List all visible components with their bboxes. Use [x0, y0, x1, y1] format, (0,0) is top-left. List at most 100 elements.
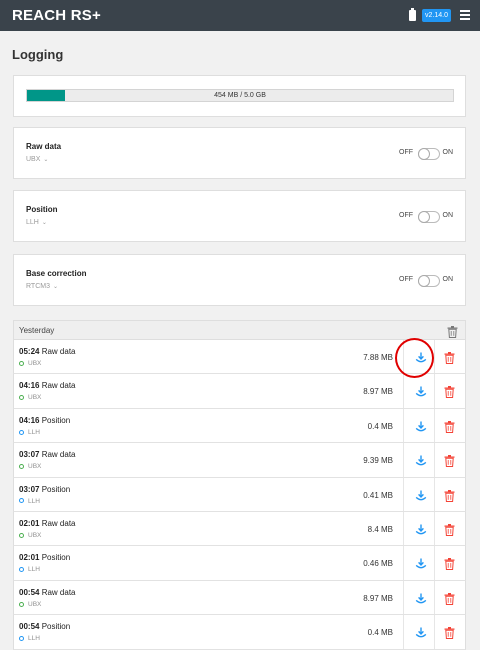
log-entry-title: 00:54 Raw data: [19, 588, 76, 597]
log-entry-row[interactable]: 02:01 Position LLH 0.46 MB: [13, 546, 466, 581]
status-dot-icon: [19, 567, 24, 573]
log-entry-size: 0.4 MB: [367, 628, 393, 638]
storage-card: 454 MB / 5.0 GB: [13, 75, 466, 117]
delete-trash-icon[interactable]: [444, 454, 456, 468]
annotation-circle: [395, 338, 434, 378]
log-entry-type: Raw data: [41, 347, 76, 356]
download-icon[interactable]: [415, 592, 427, 604]
log-entry-time: 02:01: [19, 553, 40, 563]
delete-trash-icon[interactable]: [444, 557, 456, 571]
toggle-on-label: ON: [442, 212, 454, 219]
log-entry-title: 02:01 Position: [19, 553, 70, 562]
log-entry-time: 00:54: [19, 622, 40, 632]
log-entry-type: Raw data: [41, 518, 76, 528]
delete-trash-icon[interactable]: [444, 592, 456, 605]
log-entry-size: 0.46 MB: [363, 559, 393, 569]
top-bar: REACH RS+ v2.14.0: [0, 0, 480, 31]
position-setting-card: Position LLH ⌄ OFF ON: [13, 190, 466, 242]
chevron-down-icon: ⌄: [52, 284, 59, 290]
setting-title: Base correction: [26, 269, 87, 278]
log-entry-format: UBX: [19, 394, 41, 401]
log-day-label: Yesterday: [19, 326, 55, 335]
log-entry-format: UBX: [19, 360, 41, 367]
log-entry-row[interactable]: 03:07 Position LLH 0.41 MB: [13, 477, 466, 512]
status-dot-icon: [19, 395, 24, 401]
setting-title: Raw data: [26, 142, 62, 151]
delete-trash-icon[interactable]: [444, 351, 456, 364]
log-entry-format-label: UBX: [28, 463, 42, 471]
raw-data-toggle-switch[interactable]: [418, 148, 440, 160]
status-dot-icon: [19, 635, 24, 641]
log-entry-row[interactable]: 03:07 Raw data UBX 9.39 MB: [13, 443, 466, 478]
log-entry-type: Raw data: [41, 587, 76, 597]
raw-data-format-dropdown[interactable]: UBX ⌄: [26, 156, 48, 163]
log-entry-time: 02:01: [19, 518, 40, 528]
log-entry-size: 0.4 MB: [367, 421, 393, 431]
log-entry-type: Raw data: [41, 381, 76, 391]
toggle-on-label: ON: [442, 149, 454, 156]
log-entry-format-label: LLH: [28, 428, 40, 436]
log-entry-type: Position: [41, 484, 71, 494]
log-entry-format: UBX: [19, 463, 41, 470]
log-entry-size: 7.88 MB: [363, 353, 393, 362]
log-entry-size: 0.41 MB: [363, 490, 393, 500]
storage-label: 454 MB / 5.0 GB: [214, 92, 266, 99]
log-entry-type: Position: [41, 415, 71, 425]
status-dot-icon: [19, 532, 24, 538]
log-entry-row[interactable]: 04:16 Raw data UBX 8.97 MB: [13, 374, 466, 409]
base-correction-format-dropdown[interactable]: RTCM3 ⌄: [26, 283, 58, 290]
log-entry-size: 8.97 MB: [363, 387, 393, 397]
chevron-down-icon: ⌄: [43, 157, 49, 163]
download-icon[interactable]: [415, 523, 427, 535]
position-toggle-switch[interactable]: [418, 211, 440, 223]
log-entry-format: LLH: [19, 498, 40, 505]
log-entry-size: 8.4 MB: [367, 524, 393, 534]
base-correction-toggle-switch[interactable]: [418, 275, 440, 287]
log-entry-title: 00:54 Position: [19, 622, 70, 631]
log-entry-format: UBX: [19, 601, 41, 608]
log-entry-format: LLH: [19, 566, 40, 573]
hamburger-menu-icon[interactable]: [460, 10, 470, 20]
position-format-dropdown[interactable]: LLH ⌄: [26, 219, 47, 226]
setting-format-value: RTCM3: [26, 283, 50, 290]
log-list: 05:24 Raw data UBX 7.88 MB 04:16 Raw dat…: [13, 340, 466, 650]
storage-progress-bar: 454 MB / 5.0 GB: [26, 89, 454, 102]
log-entry-row[interactable]: 00:54 Raw data UBX 8.97 MB: [13, 580, 466, 616]
download-icon[interactable]: [415, 454, 427, 466]
delete-trash-icon[interactable]: [444, 489, 456, 502]
log-entry-row[interactable]: 04:16 Position LLH 0.4 MB: [13, 408, 466, 444]
log-entry-row[interactable]: 02:01 Raw data UBX 8.4 MB: [13, 511, 466, 547]
log-entry-format-label: LLH: [28, 497, 40, 505]
log-entry-time: 03:07: [19, 484, 40, 494]
download-icon[interactable]: [415, 489, 427, 501]
download-icon[interactable]: [415, 626, 427, 638]
download-icon[interactable]: [415, 420, 427, 432]
log-entry-format-label: LLH: [28, 635, 40, 643]
log-entry-size: 8.97 MB: [363, 593, 393, 603]
log-entry-type: Position: [41, 622, 71, 632]
delete-trash-icon[interactable]: [444, 523, 456, 536]
log-entry-title: 03:07 Raw data: [19, 450, 76, 459]
log-entry-format-label: UBX: [28, 600, 42, 608]
delete-trash-icon[interactable]: [444, 420, 456, 433]
log-day-header: Yesterday: [13, 320, 466, 340]
log-entry-time: 04:16: [19, 415, 40, 425]
status-dot-icon: [19, 463, 24, 469]
position-toggle-group: OFF ON: [393, 211, 453, 223]
delete-trash-icon[interactable]: [444, 626, 456, 640]
setting-format-value: LLH: [26, 219, 39, 226]
toggle-off-label: OFF: [399, 149, 413, 156]
log-entry-format: LLH: [19, 635, 40, 642]
log-entry-type: Raw data: [41, 450, 76, 460]
log-entry-title: 03:07 Position: [19, 485, 70, 494]
log-entry-format: UBX: [19, 532, 41, 539]
delete-trash-icon[interactable]: [444, 385, 456, 399]
status-dot-icon: [19, 601, 24, 607]
base-correction-toggle-group: OFF ON: [393, 275, 453, 287]
toggle-off-label: OFF: [399, 276, 413, 283]
log-entry-time: 03:07: [19, 450, 40, 460]
log-entry-format-label: LLH: [28, 566, 40, 574]
download-icon[interactable]: [415, 385, 427, 397]
log-entry-row[interactable]: 00:54 Position LLH 0.4 MB: [13, 615, 466, 650]
download-icon[interactable]: [415, 557, 427, 569]
